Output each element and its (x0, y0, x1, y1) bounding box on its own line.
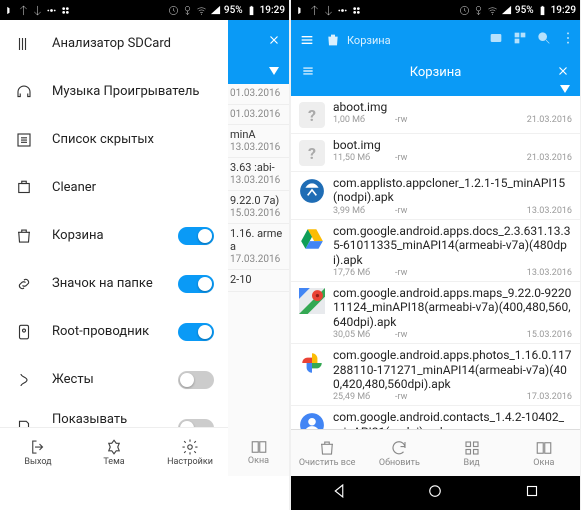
google-maps-icon (297, 286, 327, 316)
toggle-switch[interactable] (178, 275, 214, 293)
file-row[interactable]: com.google.android.apps.docs_2.3.631.13.… (291, 220, 580, 282)
theme-button[interactable]: Тема (76, 428, 152, 476)
status-bar: 95% 19:29 (0, 0, 289, 20)
drawer-label: Корзина (52, 228, 178, 244)
app-bar: Корзина (291, 20, 580, 60)
drawer-label: Cleaner (52, 180, 214, 196)
google-contacts-icon (297, 410, 327, 429)
google-photos-icon (297, 348, 327, 378)
drawer-item-cleaner[interactable]: Cleaner (0, 164, 228, 212)
toggle-switch[interactable] (178, 419, 214, 427)
drawer-label: Анализатор SDCard (52, 36, 214, 52)
toggle-switch[interactable] (178, 323, 214, 341)
sub-header: Корзина (291, 60, 580, 84)
toggle-switch[interactable] (178, 227, 214, 245)
gesture-icon (14, 370, 34, 390)
drawer-label: Музыка Проигрыватель (52, 84, 214, 100)
windows-button[interactable]: Окна (508, 430, 580, 476)
drawer-item-recycle-bin[interactable]: Корзина (0, 212, 228, 260)
drawer-item-root-explorer[interactable]: Root-проводник (0, 308, 228, 356)
toggle-switch[interactable] (178, 371, 214, 389)
status-bar: 95% 19:29 (291, 0, 580, 20)
google-drive-icon (297, 224, 327, 254)
drawer-item-music-player[interactable]: Музыка Проигрыватель (0, 68, 228, 116)
root-icon (14, 322, 34, 342)
signal-percent: 95% (515, 5, 534, 16)
recent-button[interactable] (523, 482, 541, 504)
clear-all-button[interactable]: Очистить все (291, 430, 363, 476)
view-button[interactable]: Вид (436, 430, 508, 476)
vault-icon[interactable] (488, 30, 504, 50)
file-row[interactable]: com.applisto.appcloner_1.2.1-15_minAPI15… (291, 172, 580, 220)
drawer-item-show-hidden[interactable]: Показывать скрытые файлы (0, 404, 228, 427)
back-button[interactable] (330, 482, 348, 504)
file-hidden-icon (14, 418, 34, 427)
settings-drawer: Анализатор SDCard Музыка Проигрыватель С… (0, 20, 228, 476)
close-icon[interactable] (556, 63, 570, 82)
breadcrumb[interactable]: Корзина (319, 32, 488, 48)
android-nav-bar (291, 476, 580, 510)
refresh-button[interactable]: Обновить (363, 430, 435, 476)
file-row[interactable]: com.google.android.contacts_1.4.2-10402_… (291, 406, 580, 429)
clock: 19:29 (260, 5, 285, 16)
page-title: Корзина (315, 65, 556, 80)
search-icon[interactable] (536, 30, 552, 50)
broom-icon (14, 178, 34, 198)
file-row[interactable]: ? boot.img 11,50 Мб-rw21.03.2016 (291, 134, 580, 172)
trash-icon (14, 226, 34, 246)
left-screen: 95% 19:29 01.03.2016 01.03.2016 minA13.0… (0, 0, 289, 510)
unknown-file-icon: ? (297, 100, 327, 130)
window-icon[interactable] (512, 30, 528, 50)
exit-button[interactable]: Выход (0, 428, 76, 476)
apk-icon (297, 176, 327, 206)
headphones-icon (14, 82, 34, 102)
link-icon (14, 274, 34, 294)
hamburger-icon[interactable] (295, 28, 319, 52)
background-content: 01.03.2016 01.03.2016 minA13.03.2016 3.6… (228, 20, 289, 476)
drawer-toggle-icon[interactable] (301, 63, 315, 82)
file-list: ? aboot.img 1,00 Мб-rw21.03.2016 ? boot.… (291, 96, 580, 429)
drawer-item-sdcard-analyzer[interactable]: Анализатор SDCard (0, 20, 228, 68)
settings-button[interactable]: Настройки (152, 428, 228, 476)
file-row[interactable]: com.google.android.apps.photos_1.16.0.11… (291, 344, 580, 406)
analyzer-icon (14, 34, 34, 54)
more-icon[interactable] (560, 30, 576, 50)
drawer-bottom-bar: Выход Тема Настройки (0, 427, 228, 476)
drawer-label: Показывать скрытые файлы (52, 412, 178, 427)
drawer-label: Значок на папке (52, 276, 178, 292)
signal-percent: 95% (224, 5, 243, 16)
list-icon (14, 130, 34, 150)
file-row[interactable]: ? aboot.img 1,00 Мб-rw21.03.2016 (291, 96, 580, 134)
drawer-item-gestures[interactable]: Жесты (0, 356, 228, 404)
drawer-item-hidden-list[interactable]: Список скрытых (0, 116, 228, 164)
bottom-toolbar: Очистить все Обновить Вид Окна (291, 429, 580, 476)
home-button[interactable] (426, 482, 444, 504)
clock: 19:29 (551, 5, 576, 16)
unknown-file-icon: ? (297, 138, 327, 168)
right-screen: 95% 19:29 Корзина Корзина ? aboot.img 1,… (291, 0, 580, 510)
drawer-label: Root-проводник (52, 324, 178, 340)
drawer-label: Список скрытых (52, 132, 214, 148)
drawer-item-folder-badge[interactable]: Значок на папке (0, 260, 228, 308)
drawer-label: Жесты (52, 372, 178, 388)
file-row[interactable]: com.google.android.apps.maps_9.22.0-9220… (291, 282, 580, 344)
